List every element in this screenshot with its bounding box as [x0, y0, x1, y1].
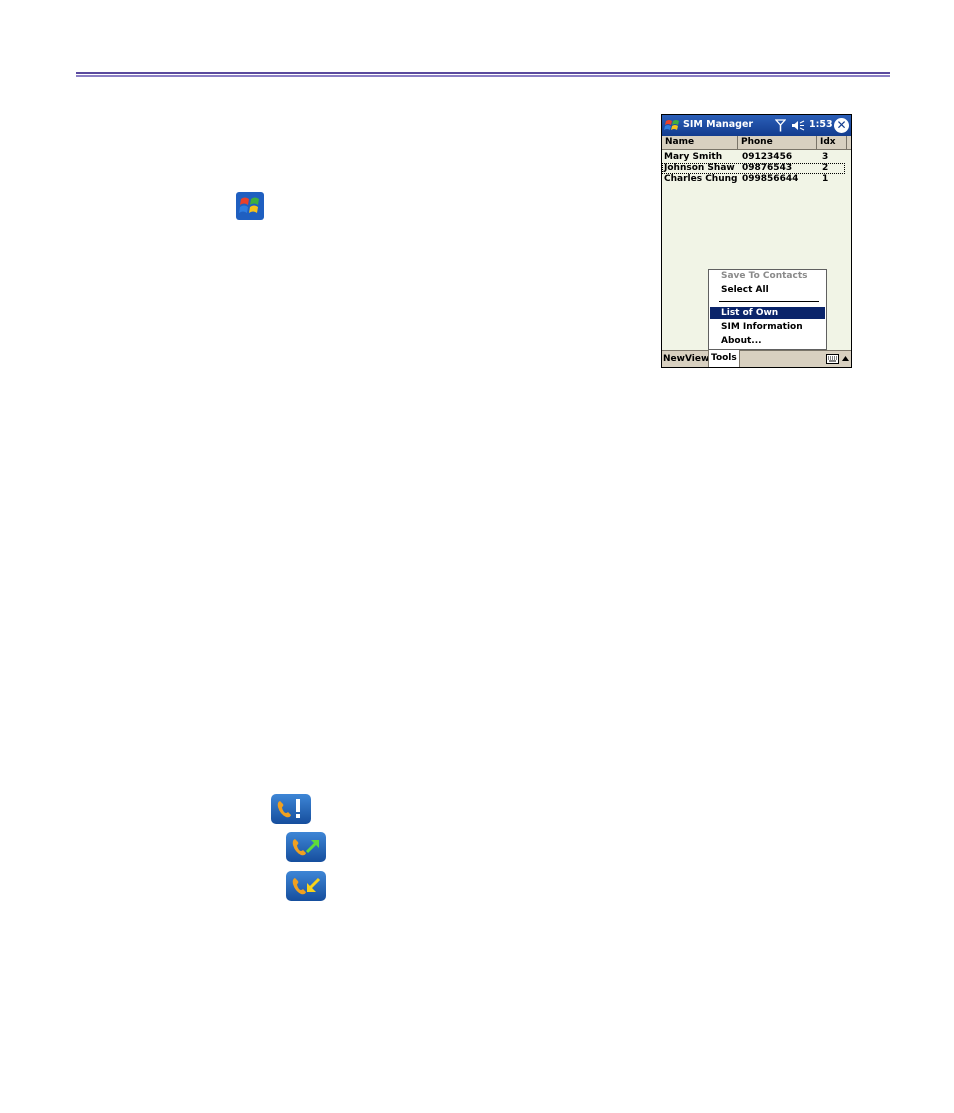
menu-item-select-all[interactable]: Select All: [709, 284, 826, 296]
table-row[interactable]: Charles Chung 099856644 1: [662, 174, 851, 185]
menu-item-list-of-own-numbers[interactable]: List of Own Numbers: [710, 307, 825, 330]
menu-bar-view[interactable]: View: [685, 354, 709, 364]
contact-idx: 3: [822, 152, 829, 162]
table-row[interactable]: Johnson Shaw 09876543 2: [662, 163, 845, 174]
tools-menu: Save To Contacts Select All List of Own …: [708, 269, 827, 350]
close-icon[interactable]: ✕: [834, 118, 849, 133]
contact-idx: 2: [822, 163, 829, 173]
contact-name: Mary Smith: [664, 152, 723, 162]
keyboard-icon[interactable]: [826, 354, 839, 364]
menu-bar: New View Tools: [662, 350, 851, 367]
clock-time[interactable]: 1:53: [809, 119, 833, 130]
column-header-name[interactable]: Name: [662, 136, 738, 150]
phone-missed-call-icon: [271, 794, 311, 824]
title-bar: SIM Manager 1:53 ✕: [662, 115, 851, 136]
contact-phone: 09123456: [742, 152, 793, 162]
sip-up-arrow-icon[interactable]: [842, 355, 849, 362]
speaker-muted-icon[interactable]: [791, 120, 805, 131]
contact-phone: 099856644: [742, 174, 799, 184]
contact-idx: 1: [822, 174, 829, 184]
contact-phone: 09876543: [742, 163, 793, 173]
menu-bar-tools[interactable]: Tools: [708, 350, 740, 367]
column-header-phone[interactable]: Phone: [738, 136, 817, 150]
sim-manager-screenshot: SIM Manager 1:53 ✕ Name Phone Idx Mary S…: [661, 114, 852, 368]
menu-item-save-to-contacts: Save To Contacts: [721, 271, 808, 281]
menu-separator: [719, 301, 819, 302]
column-header-idx[interactable]: Idx: [817, 136, 847, 150]
contact-name: Johnson Shaw: [664, 163, 735, 173]
signal-antenna-icon[interactable]: [775, 119, 786, 132]
windows-start-flag-icon: [236, 192, 264, 220]
menu-bar-new[interactable]: New: [663, 354, 685, 364]
phone-incoming-call-icon: [286, 871, 326, 901]
contact-name: Charles Chung: [664, 174, 738, 184]
menu-item-about[interactable]: About...: [709, 335, 826, 347]
menu-item-sim-information[interactable]: SIM Information: [709, 321, 826, 333]
windows-start-flag-icon[interactable]: [664, 117, 681, 134]
table-row[interactable]: Mary Smith 09123456 3: [662, 152, 851, 163]
header-rule: [76, 72, 890, 77]
column-header-spacer: [847, 136, 851, 150]
app-title: SIM Manager: [683, 119, 754, 130]
phone-outgoing-call-icon: [286, 832, 326, 862]
